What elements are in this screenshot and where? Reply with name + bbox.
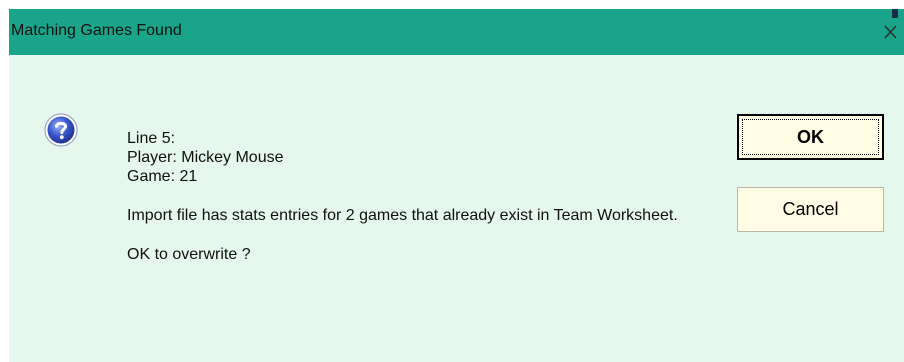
matching-games-dialog: Matching Games Found Line 5: Player: Mic… xyxy=(9,9,904,362)
cancel-button[interactable]: Cancel xyxy=(737,187,884,232)
cancel-button-label: Cancel xyxy=(782,199,839,219)
ok-button[interactable]: OK xyxy=(737,114,884,160)
title-bar[interactable]: Matching Games Found xyxy=(9,9,904,55)
dialog-title: Matching Games Found xyxy=(11,22,182,39)
line-number-text: Line 5: xyxy=(127,130,176,147)
player-text: Player: Mickey Mouse xyxy=(127,149,284,166)
question-icon xyxy=(44,113,78,147)
focus-ring xyxy=(742,119,879,155)
game-text: Game: 21 xyxy=(127,168,198,185)
window-edge-mark xyxy=(892,9,898,18)
message-text: Line 5: Player: Mickey Mouse Game: 21 Im… xyxy=(127,129,727,264)
import-warning-text: Import file has stats entries for 2 game… xyxy=(127,207,678,224)
close-icon xyxy=(884,25,897,39)
overwrite-prompt-text: OK to overwrite ? xyxy=(127,246,251,263)
close-button[interactable] xyxy=(877,17,904,47)
